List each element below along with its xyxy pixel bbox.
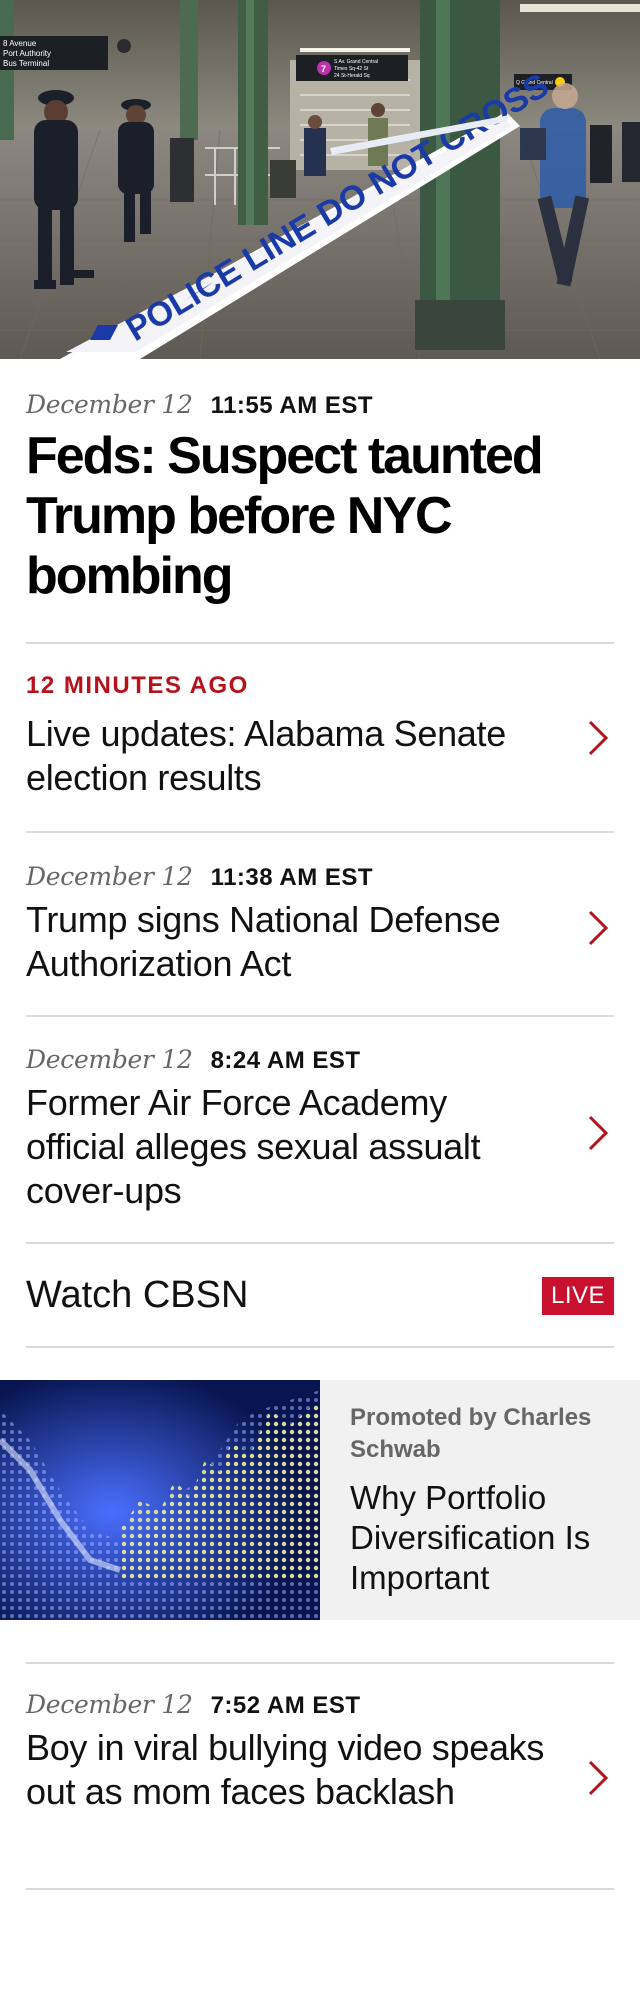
hero-image[interactable]: 8 Avenue Port Authority Bus Terminal 7 S… bbox=[0, 0, 640, 359]
story-time: 11:38 AM EST bbox=[210, 864, 374, 891]
promo-title[interactable]: Why Portfolio Diversification Is Importa… bbox=[350, 1478, 620, 1598]
story-item[interactable]: December 12 8:24 AM EST Former Air Force… bbox=[26, 1045, 614, 1213]
divider bbox=[26, 1346, 614, 1348]
story-date: December 12 bbox=[26, 1045, 193, 1074]
story-time: 8:24 AM EST bbox=[210, 1047, 361, 1074]
sponsored-card[interactable]: Promoted by Charles Schwab Why Portfolio… bbox=[0, 1380, 640, 1620]
story-time: 7:52 AM EST bbox=[210, 1692, 361, 1719]
story-meta: December 12 8:24 AM EST bbox=[26, 1045, 614, 1074]
promo-text[interactable]: Promoted by Charles Schwab Why Portfolio… bbox=[350, 1402, 620, 1598]
story-item[interactable]: 12 MINUTES AGO Live updates: Alabama Sen… bbox=[26, 672, 614, 800]
stock-ticker-graphic bbox=[0, 1380, 320, 1620]
lead-story[interactable]: December 12 11:55 AM EST Feds: Suspect t… bbox=[26, 390, 614, 606]
story-meta: December 12 11:38 AM EST bbox=[26, 862, 614, 891]
sign-text: Times Sq-42 St bbox=[334, 66, 369, 72]
sign-text: Port Authority bbox=[3, 49, 51, 58]
story-meta: December 12 7:52 AM EST bbox=[26, 1690, 614, 1719]
divider bbox=[26, 831, 614, 833]
divider bbox=[26, 1662, 614, 1664]
story-title[interactable]: Live updates: Alabama Senate election re… bbox=[26, 712, 614, 800]
sign-text: 8 Avenue bbox=[3, 39, 37, 48]
chevron-right-icon[interactable] bbox=[582, 1113, 612, 1153]
story-date: December 12 bbox=[26, 390, 193, 419]
watch-cbsn-row[interactable]: Watch CBSN LIVE bbox=[26, 1270, 614, 1320]
chevron-right-icon[interactable] bbox=[582, 908, 612, 948]
story-title[interactable]: Former Air Force Academy official allege… bbox=[26, 1081, 614, 1213]
chevron-right-icon[interactable] bbox=[582, 1758, 612, 1798]
divider bbox=[26, 1888, 614, 1890]
story-title[interactable]: Trump signs National Defense Authorizati… bbox=[26, 898, 614, 986]
story-item[interactable]: December 12 11:38 AM EST Trump signs Nat… bbox=[26, 862, 614, 986]
live-badge: LIVE bbox=[542, 1277, 614, 1315]
story-item[interactable]: December 12 7:52 AM EST Boy in viral bul… bbox=[26, 1690, 614, 1814]
chevron-right-icon[interactable] bbox=[582, 718, 612, 758]
route-7-text: 7 bbox=[321, 64, 326, 74]
lead-headline[interactable]: Feds: Suspect taunted Trump before NYC b… bbox=[26, 426, 614, 606]
divider bbox=[26, 1242, 614, 1244]
divider bbox=[26, 642, 614, 644]
sign-text: S Av. Grand Central bbox=[334, 59, 378, 65]
promoted-by-label: Promoted by Charles Schwab bbox=[350, 1404, 592, 1463]
divider bbox=[26, 1015, 614, 1017]
promo-image[interactable] bbox=[0, 1380, 320, 1620]
story-title[interactable]: Boy in viral bullying video speaks out a… bbox=[26, 1726, 614, 1814]
story-date: December 12 bbox=[26, 1690, 193, 1719]
time-ago-label: 12 MINUTES AGO bbox=[26, 672, 249, 699]
sign-text: Bus Terminal bbox=[3, 59, 49, 68]
subway-photo: 8 Avenue Port Authority Bus Terminal 7 S… bbox=[0, 0, 640, 359]
story-time: 11:55 AM EST bbox=[210, 392, 374, 419]
sign-text: 24 St-Herald Sq bbox=[334, 73, 370, 79]
watch-cbsn-label[interactable]: Watch CBSN bbox=[26, 1274, 248, 1316]
story-date: December 12 bbox=[26, 862, 193, 891]
lead-meta: December 12 11:55 AM EST bbox=[26, 390, 614, 419]
